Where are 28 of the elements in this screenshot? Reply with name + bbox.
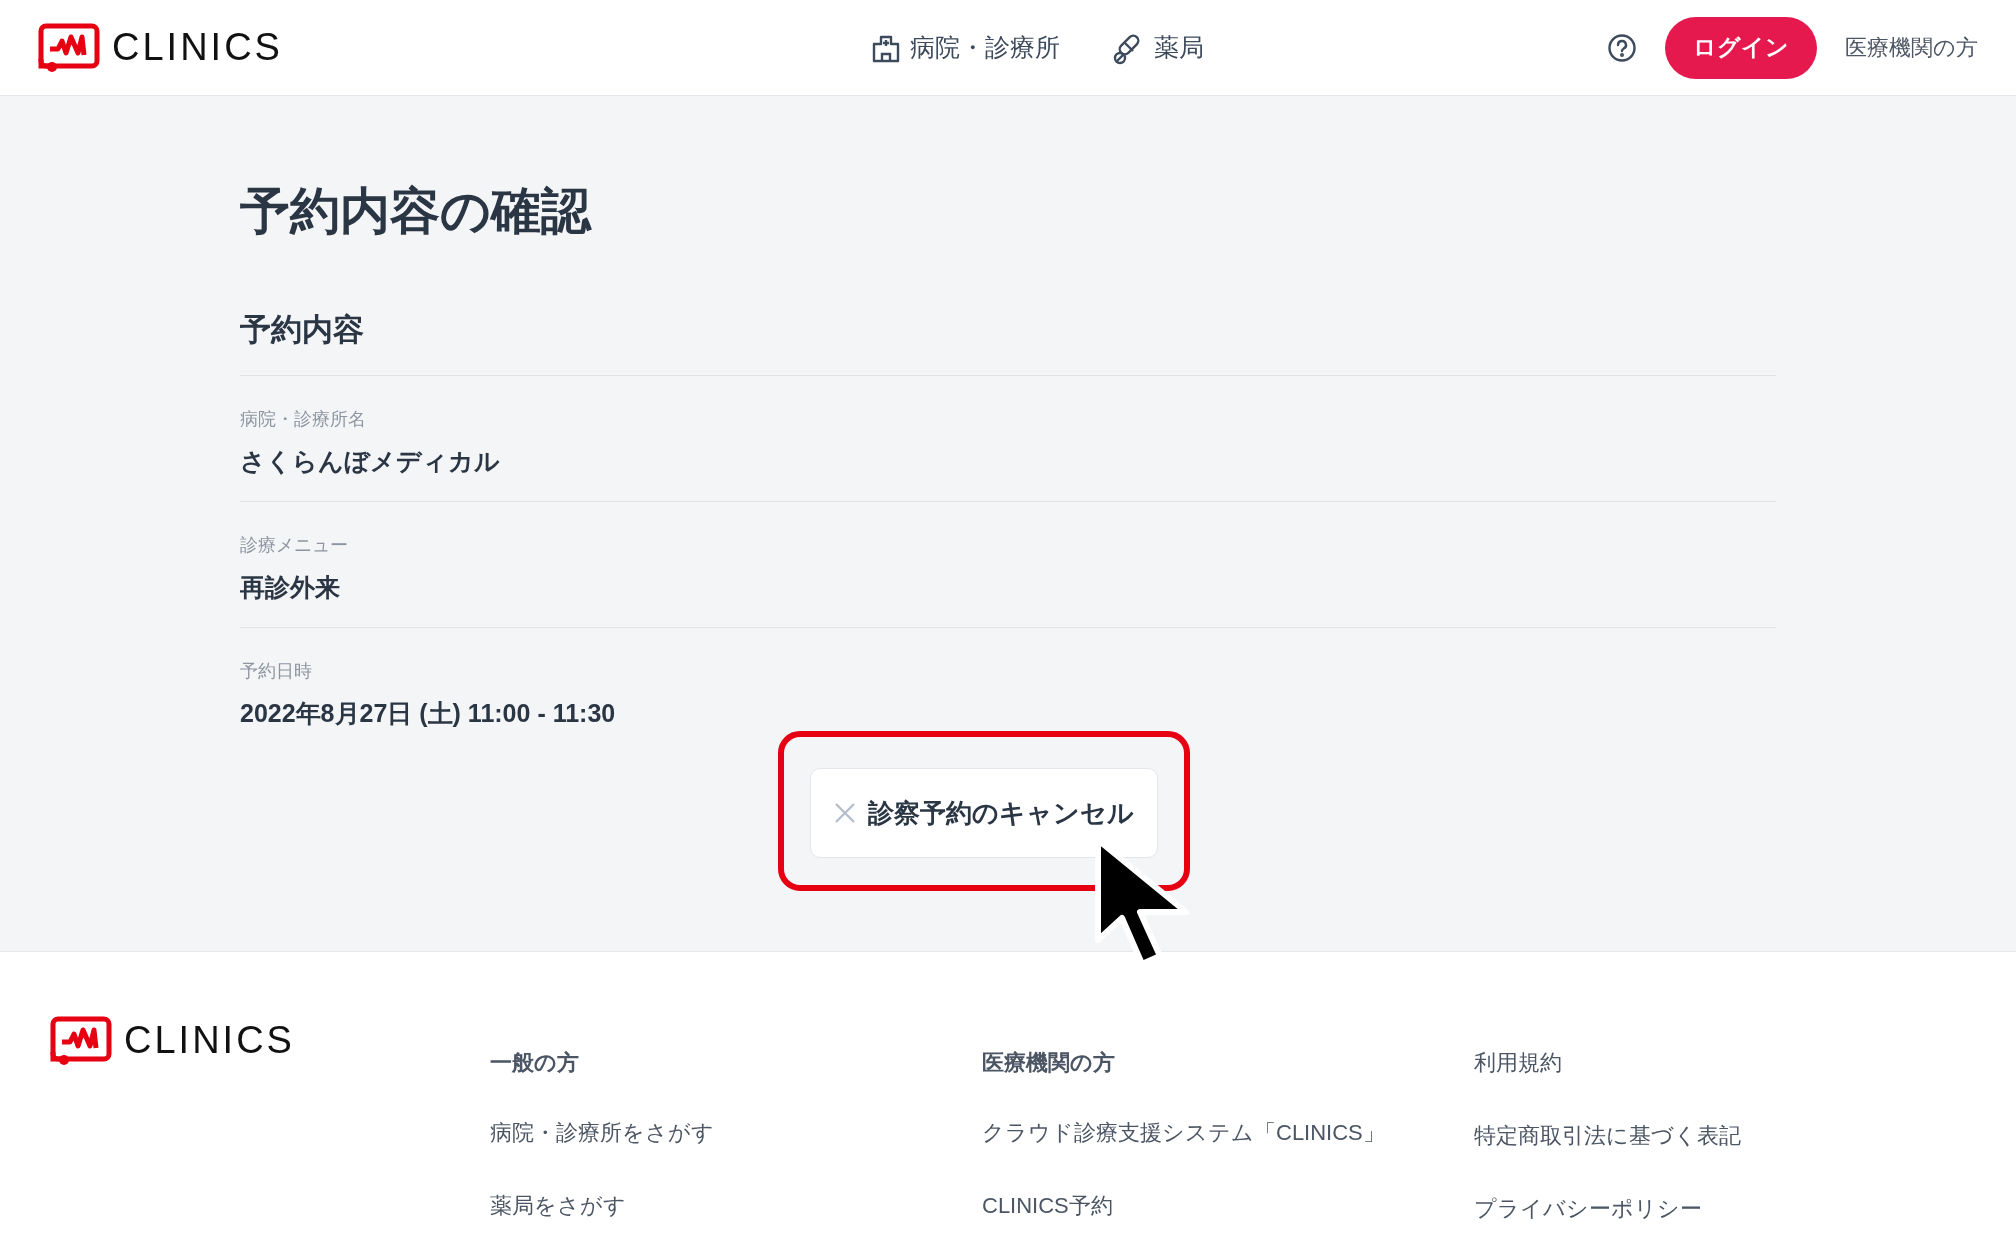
nav-link[interactable]: 病院・診療所 xyxy=(870,28,1060,67)
footer-link[interactable]: プライバシーポリシー xyxy=(1474,1192,1966,1225)
login-button[interactable]: ログイン xyxy=(1665,16,1817,79)
footer-link[interactable]: CLINICS予約 xyxy=(982,1189,1474,1222)
section-heading: 予約内容 xyxy=(240,314,1776,376)
help-icon[interactable] xyxy=(1607,32,1637,63)
logo-text: CLINICS xyxy=(112,25,283,70)
field-value: さくらんぼメディカル xyxy=(240,446,501,477)
cancel-button[interactable]: 診察予約のキャンセル xyxy=(810,768,1158,858)
footer-heading: 医療機関の方 xyxy=(982,1049,1116,1076)
field-label: 予約日時 xyxy=(240,660,313,683)
footer-heading: 一般の方 xyxy=(490,1049,580,1076)
footer-link[interactable]: 病院・診療所をさがす xyxy=(490,1116,982,1149)
footer-link[interactable]: 利用規約 xyxy=(1474,1046,1966,1079)
logo-icon xyxy=(38,22,100,73)
logo-text: CLINICS xyxy=(124,1018,295,1063)
footer-link[interactable]: 薬局をさがす xyxy=(490,1189,982,1222)
footer-link[interactable]: 特定商取引法に基づく表記 xyxy=(1474,1119,1966,1152)
field-label: 病院・診療所名 xyxy=(240,408,367,431)
field-value: 2022年8月27日 (土) 11:00 - 11:30 xyxy=(240,698,617,729)
page-title: 予約内容の確認 xyxy=(240,186,593,236)
medical-institution-link[interactable]: 医療機関の方 xyxy=(1845,31,1978,64)
field-label: 診療メニュー xyxy=(240,534,349,557)
field-value: 再診外来 xyxy=(240,572,341,603)
logo-icon xyxy=(50,1015,112,1066)
close-icon xyxy=(834,802,856,824)
nav-link[interactable]: 薬局 xyxy=(1112,28,1204,67)
footer-link[interactable]: クラウド診療支援システム「CLINICS」 xyxy=(982,1116,1474,1149)
